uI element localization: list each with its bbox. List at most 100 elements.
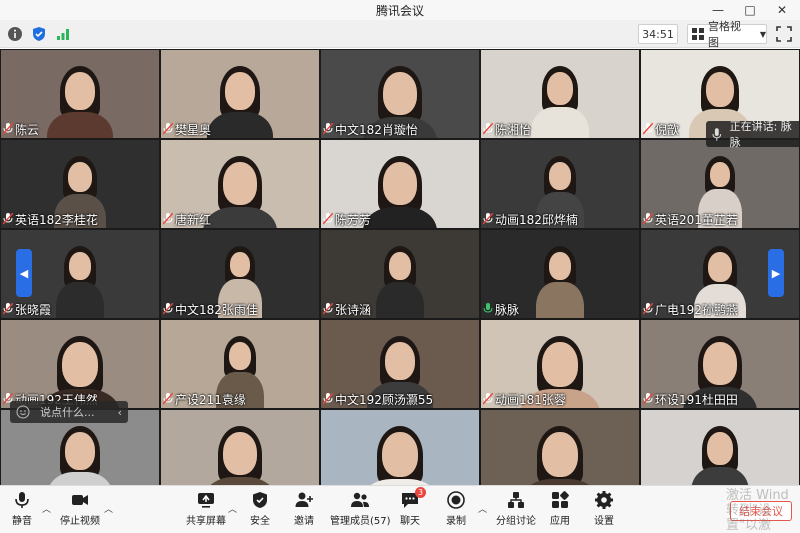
microphone-icon — [712, 127, 722, 141]
security-button[interactable]: 安全 — [250, 490, 270, 527]
microphone-active-icon — [483, 303, 493, 313]
participant-tile[interactable]: 英语182李桂花 — [1, 140, 159, 228]
window-title: 腾讯会议 — [375, 3, 424, 18]
meeting-toolbar: 静音 ︿ 停止视频 ︿ 共享屏幕 ︿ 安全 邀请 管理成员(57) 3 聊天 录… — [0, 485, 800, 533]
participant-tile[interactable]: 陈湘怡 — [481, 50, 639, 138]
participant-tile[interactable]: 陈芳芳 — [321, 140, 479, 228]
chat-input[interactable]: 说点什么... ‹ — [10, 401, 128, 423]
breakout-rooms-label: 分组讨论 — [496, 516, 536, 527]
fullscreen-icon[interactable] — [776, 26, 792, 42]
face-shape — [223, 432, 257, 475]
participant-tile[interactable]: 陈云 — [1, 50, 159, 138]
participant-tile[interactable]: 环设191杜田田 — [641, 320, 799, 408]
settings-label: 设置 — [594, 516, 614, 527]
participant-name: 动画181张蓉 — [495, 392, 566, 407]
shield-icon — [253, 492, 267, 508]
manage-members-label: 管理成员(57) — [330, 516, 391, 527]
invite-label: 邀请 — [294, 516, 314, 527]
participant-tile[interactable]: 动画182邱烨楠 — [481, 140, 639, 228]
mute-button[interactable]: 静音 — [12, 490, 32, 527]
microphone-muted-icon — [163, 213, 173, 225]
participant-tile[interactable]: 中文192顾汤灏55 — [321, 320, 479, 408]
participant-name-bar: 樊星奥 — [161, 120, 211, 138]
microphone-muted-icon — [323, 123, 333, 135]
torso-shape — [47, 112, 113, 138]
face-shape — [542, 342, 578, 387]
participant-tile[interactable]: 英语201董芷若 — [641, 140, 799, 228]
face-shape — [710, 162, 730, 187]
members-icon — [351, 492, 370, 507]
record-button[interactable]: 录制 — [446, 490, 466, 527]
face-shape — [225, 72, 255, 110]
face-shape — [547, 72, 573, 105]
chat-label: 聊天 — [400, 516, 420, 527]
title-bar: 腾讯会议 — [0, 0, 800, 20]
participant-name-bar: 陈湘怡 — [481, 120, 531, 138]
face-shape — [707, 432, 733, 465]
share-screen-button[interactable]: 共享屏幕 — [186, 490, 226, 527]
prev-page-button[interactable]: ◀ — [16, 249, 32, 297]
participant-name: 张诗涵 — [335, 302, 372, 317]
microphone-muted-icon — [163, 303, 173, 315]
participant-tile[interactable]: 脉脉 — [481, 230, 639, 318]
participant-name: 英语201董芷若 — [655, 212, 738, 227]
participant-tile[interactable]: 唐新红 — [161, 140, 319, 228]
apps-button[interactable]: 应用 — [550, 490, 570, 527]
microphone-muted-icon — [483, 213, 493, 225]
speaking-label: 正在讲话: 脉脉 — [729, 120, 792, 149]
participant-name-bar: 中文182肖璇怡 — [321, 120, 418, 138]
info-icon[interactable] — [7, 26, 23, 42]
microphone-muted-icon — [323, 303, 333, 315]
next-page-button[interactable]: ▶ — [768, 249, 784, 297]
participant-tile[interactable]: 动画192王伟然 — [1, 320, 159, 408]
invite-button[interactable]: 邀请 — [294, 490, 314, 527]
chevron-up-icon[interactable]: ︿ — [478, 502, 487, 515]
participant-name: 英语182李桂花 — [15, 212, 98, 227]
stop-video-button[interactable]: 停止视频 — [60, 490, 100, 527]
face-shape — [223, 162, 257, 205]
participant-tile[interactable]: 中文182张雨佳 — [161, 230, 319, 318]
participant-tile[interactable]: 动画181张蓉 — [481, 320, 639, 408]
face-shape — [549, 252, 571, 280]
participant-name: 樊星奥 — [175, 122, 212, 137]
emoji-icon[interactable] — [16, 405, 30, 419]
participant-name: 陈云 — [15, 122, 40, 137]
participant-name-bar: 脉脉 — [481, 300, 519, 318]
face-shape — [383, 162, 417, 205]
chevron-left-icon[interactable]: ‹ — [118, 406, 122, 419]
participant-tile[interactable]: 张诗涵 — [321, 230, 479, 318]
chevron-up-icon[interactable]: ︿ — [104, 502, 113, 515]
minimize-icon[interactable]: — — [706, 0, 730, 20]
settings-button[interactable]: 设置 — [594, 490, 614, 527]
manage-members-button[interactable]: 管理成员(57) — [330, 490, 391, 527]
face-shape — [549, 162, 571, 190]
face-shape — [62, 342, 98, 387]
shield-icon[interactable] — [31, 26, 47, 42]
chat-button[interactable]: 3 聊天 — [400, 487, 426, 527]
participant-tile[interactable]: 樊星奥 — [161, 50, 319, 138]
breakout-rooms-button[interactable]: 分组讨论 — [496, 490, 536, 527]
view-mode-select[interactable]: 宫格视图 ▼ — [687, 20, 767, 49]
chevron-up-icon[interactable]: ︿ — [228, 502, 237, 515]
close-icon[interactable]: ✕ — [770, 0, 794, 20]
camera-icon — [72, 495, 88, 505]
participant-name: 中文182张雨佳 — [175, 302, 258, 317]
signal-icon[interactable] — [55, 26, 71, 42]
torso-shape — [202, 207, 278, 228]
face-shape — [65, 72, 95, 110]
record-icon — [447, 491, 465, 509]
participant-name: 广电192孙鹏燕 — [655, 302, 738, 317]
microphone-muted-icon — [643, 213, 653, 225]
participant-tile[interactable]: 产设211袁缘 — [161, 320, 319, 408]
chat-unread-badge: 3 — [415, 487, 426, 498]
torso-shape — [207, 112, 273, 138]
meeting-info-bar: 34:51 宫格视图 ▼ — [0, 20, 800, 49]
chevron-up-icon[interactable]: ︿ — [42, 502, 51, 515]
view-mode-label: 宫格视图 — [707, 20, 741, 49]
maximize-icon[interactable]: □ — [738, 0, 762, 20]
participant-name-bar: 中文192顾汤灏55 — [321, 390, 433, 408]
participant-tile[interactable]: 中文182肖璇怡 — [321, 50, 479, 138]
chevron-down-icon: ▼ — [759, 29, 766, 39]
participant-name-bar: 中文182张雨佳 — [161, 300, 258, 318]
microphone-muted-icon — [483, 123, 493, 135]
